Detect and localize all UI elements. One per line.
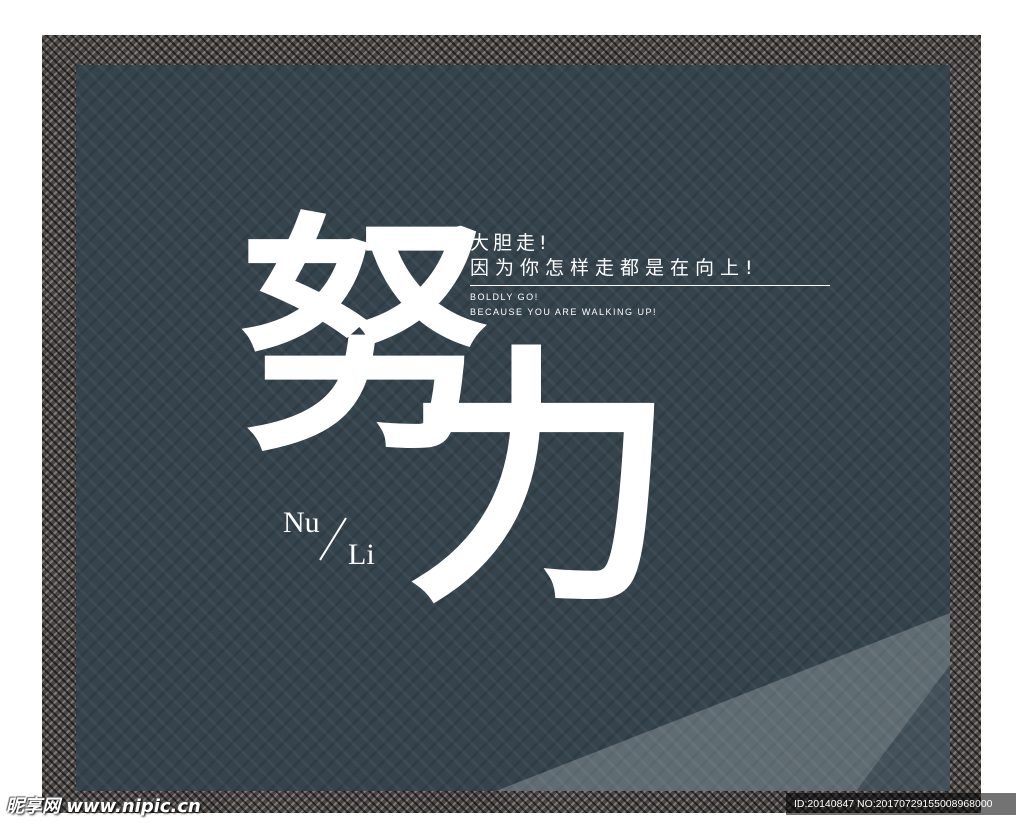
slogan-en-line2: BECAUSE YOU ARE WALKING UP! [470, 306, 658, 317]
site-watermark: 昵享网 www.nipic.cn [6, 796, 201, 817]
pinyin-li: Li [348, 538, 375, 571]
slogan-cn-line2: 因为你怎样走都是在向上! [470, 255, 830, 287]
image-id-watermark: ID:20140847 NO:20170729155008968000 [786, 793, 1016, 815]
slogan-en-line1: BOLDLY GO! [470, 292, 539, 303]
pinyin-nu: Nu [283, 506, 320, 539]
slogan-block: 大胆走! 因为你怎样走都是在向上! BOLDLY GO! BECAUSE YOU… [470, 232, 830, 319]
poster-canvas: 努 力 大胆走! 因为你怎样走都是在向上! BOLDLY GO! BECAUSE… [0, 0, 1024, 823]
slogan-cn-line1: 大胆走! [470, 232, 551, 254]
slash-divider [319, 517, 347, 561]
main-character-li: 力 [405, 321, 675, 639]
